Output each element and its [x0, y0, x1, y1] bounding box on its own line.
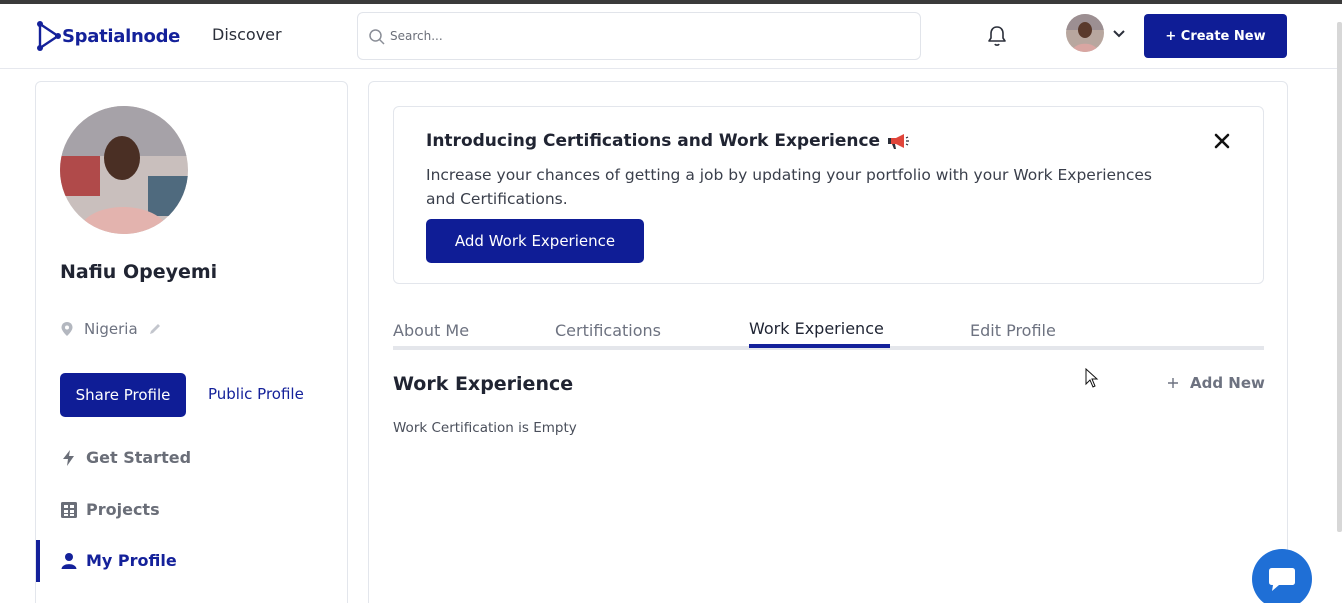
sidebar-item-label: Get Started: [86, 448, 192, 467]
tab-edit-profile[interactable]: Edit Profile: [970, 321, 1056, 340]
search-box[interactable]: [357, 12, 921, 60]
avatar-photo-icon: [1066, 14, 1104, 52]
location-pin-icon: [61, 322, 73, 336]
announcement-banner: Introducing Certifications and Work Expe…: [393, 106, 1264, 284]
discover-link[interactable]: Discover: [212, 25, 282, 44]
tab-work-experience[interactable]: Work Experience: [749, 319, 884, 338]
banner-title-text: Introducing Certifications and Work Expe…: [426, 131, 881, 151]
edit-pencil-icon[interactable]: [148, 322, 162, 336]
close-icon[interactable]: [1212, 131, 1232, 151]
location-text: Nigeria: [84, 320, 138, 338]
public-profile-link[interactable]: Public Profile: [208, 385, 304, 403]
chat-bubble-icon: [1269, 568, 1295, 591]
profile-location: Nigeria: [60, 320, 162, 338]
plus-icon: [1168, 378, 1178, 388]
tab-about-me[interactable]: About Me: [393, 321, 469, 340]
logo-text: Spatialnode: [62, 25, 181, 47]
share-profile-button[interactable]: Share Profile: [60, 373, 186, 417]
add-work-experience-button[interactable]: Add Work Experience: [426, 219, 644, 263]
sidebar-item-label: My Profile: [86, 551, 177, 570]
create-new-button[interactable]: + Create New: [1144, 14, 1287, 58]
notification-bell-icon[interactable]: [986, 24, 1008, 48]
tab-certifications[interactable]: Certifications: [555, 321, 661, 340]
sidebar-item-projects[interactable]: Projects: [60, 500, 160, 519]
user-avatar[interactable]: [1066, 14, 1104, 52]
search-icon: [369, 29, 385, 45]
banner-text: Increase your chances of getting a job b…: [426, 166, 1153, 208]
chevron-down-icon[interactable]: [1112, 29, 1126, 39]
sidebar-item-get-started[interactable]: Get Started: [60, 448, 191, 467]
active-tab-underline: [749, 344, 890, 348]
active-indicator: [36, 540, 40, 582]
add-new-label: Add New: [1190, 374, 1265, 392]
empty-state-text: Work Certification is Empty: [393, 420, 577, 436]
mouse-cursor-icon: [1085, 368, 1099, 388]
user-icon: [61, 552, 77, 569]
logo-icon: [37, 21, 61, 51]
profile-photo-icon: [60, 106, 188, 234]
scrollbar[interactable]: [1337, 22, 1342, 532]
chat-widget-button[interactable]: [1252, 549, 1312, 603]
profile-avatar: [60, 106, 188, 234]
sidebar-item-label: Projects: [86, 500, 160, 519]
bolt-icon: [63, 449, 74, 466]
grid-icon: [61, 501, 77, 518]
top-header: Spatialnode Discover + Create New: [0, 4, 1342, 69]
logo[interactable]: Spatialnode: [34, 18, 180, 54]
search-input[interactable]: [390, 26, 890, 46]
profile-sidebar: Nafiu Opeyemi Nigeria Share Profile Publ…: [35, 81, 348, 603]
megaphone-icon: [888, 134, 910, 149]
profile-name: Nafiu Opeyemi: [60, 261, 218, 283]
main-content: Introducing Certifications and Work Expe…: [368, 81, 1288, 603]
add-new-button[interactable]: Add New: [1166, 374, 1265, 392]
sidebar-item-my-profile[interactable]: My Profile: [60, 551, 177, 570]
banner-title: Introducing Certifications and Work Expe…: [426, 131, 910, 151]
section-title: Work Experience: [393, 373, 574, 395]
